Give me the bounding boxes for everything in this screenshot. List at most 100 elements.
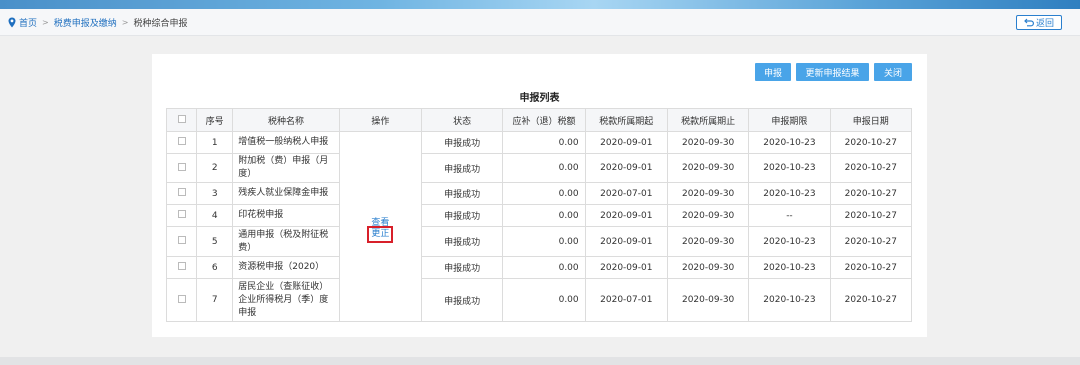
row-status: 申报成功 [420,153,504,183]
row-declare-date: 2020-10-27 [829,226,913,257]
row-period-start: 2020-09-01 [584,256,668,279]
row-checkbox[interactable] [177,188,186,196]
row-period-start: 2020-07-01 [584,182,668,205]
declaration-table: 序号 税种名称 操作 状态 应补（退）税额 税款所属期起 税款所属期止 申报期限… [165,108,913,322]
breadcrumb-separator: > [121,17,129,27]
row-seq: 1 [196,131,234,154]
row-period-start: 2020-09-01 [584,226,668,257]
row-select-cell [165,226,198,257]
row-amount: 0.00 [502,204,586,227]
row-status: 申报成功 [420,256,504,279]
row-period-start: 2020-09-01 [584,204,668,227]
row-declare-date: 2020-10-27 [829,256,913,279]
breadcrumb: 首页 > 税费申报及缴纳 > 税种综合申报 返回 [0,9,1080,36]
row-tax-name: 资源税申报（2020） [232,256,340,279]
row-period-end: 2020-09-30 [666,226,750,257]
select-all-cell [165,108,198,132]
refresh-result-button[interactable]: 更新申报结果 [796,63,869,81]
row-amount: 0.00 [502,153,586,183]
row-declare-date: 2020-10-27 [829,182,913,205]
table-row: 5 通用申报（税及附征税费） 申报成功 0.00 2020-09-01 2020… [165,226,913,257]
breadcrumb-home-link[interactable]: 首页 [19,16,37,29]
row-status: 申报成功 [420,204,504,227]
select-all-checkbox[interactable] [177,114,186,123]
table-row: 3 残疾人就业保障金申报 申报成功 0.00 2020-07-01 2020-0… [165,182,913,205]
row-amount: 0.00 [502,226,586,257]
row-seq: 3 [196,182,234,205]
row-period-start: 2020-09-01 [584,131,668,154]
declare-button[interactable]: 申报 [755,63,791,81]
row-tax-name: 通用申报（税及附征税费） [232,226,340,257]
row-tax-name: 残疾人就业保障金申报 [232,182,340,205]
row-amount: 0.00 [502,182,586,205]
bottom-bar [0,357,1080,365]
row-checkbox[interactable] [177,162,186,171]
header-seq: 序号 [196,108,234,132]
row-deadline: 2020-10-23 [748,278,831,322]
row-checkbox[interactable] [177,294,186,303]
table-row: 4 印花税申报 申报成功 0.00 2020-09-01 2020-09-30 … [165,204,913,227]
row-checkbox[interactable] [177,137,186,145]
row-seq: 7 [196,278,234,322]
row-tax-name: 增值税一般纳税人申报 [232,131,340,154]
back-button[interactable]: 返回 [1016,15,1062,30]
breadcrumb-separator: > [42,17,49,27]
row-select-cell [165,182,198,205]
correct-link[interactable]: 更正 [367,225,394,243]
row-period-start: 2020-09-01 [584,153,668,183]
table-title: 申报列表 [519,93,560,104]
row-select-cell [165,256,198,279]
row-seq: 4 [196,204,234,227]
header-declare-date: 申报日期 [829,108,913,132]
row-status: 申报成功 [420,182,504,205]
row-checkbox[interactable] [177,210,186,218]
row-deadline: 2020-10-23 [748,226,831,257]
row-tax-name: 居民企业（查账征收）企业所得税月（季）度申报 [232,278,340,322]
header-amount: 应补（退）税额 [502,108,586,132]
row-select-cell [165,153,198,183]
row-status: 申报成功 [420,278,504,322]
location-pin-icon [8,17,16,27]
table-row: 6 资源税申报（2020） 申报成功 0.00 2020-09-01 2020-… [165,256,913,279]
row-amount: 0.00 [502,278,586,322]
operation-cell: 查看 更正 [338,131,423,322]
row-status: 申报成功 [420,131,504,154]
table-row: 1 增值税一般纳税人申报 查看 更正 申报成功 0.00 2020-09-01 … [165,131,913,322]
row-period-end: 2020-09-30 [666,131,750,154]
row-declare-date: 2020-10-27 [829,204,913,227]
row-declare-date: 2020-10-27 [829,153,913,183]
header-op: 操作 [338,108,423,132]
row-deadline: -- [748,204,831,227]
table-header-row: 序号 税种名称 操作 状态 应补（退）税额 税款所属期起 税款所属期止 申报期限… [165,108,913,132]
row-deadline: 2020-10-23 [748,153,831,183]
row-checkbox[interactable] [177,236,186,244]
header-status: 状态 [420,108,504,132]
table-row: 7 居民企业（查账征收）企业所得税月（季）度申报 申报成功 0.00 2020-… [165,278,913,322]
row-amount: 0.00 [502,131,586,154]
row-declare-date: 2020-10-27 [829,131,913,154]
row-declare-date: 2020-10-27 [829,278,913,322]
top-banner [0,0,1080,9]
row-amount: 0.00 [502,256,586,279]
header-name: 税种名称 [232,108,340,132]
back-button-label: 返回 [1035,19,1054,29]
row-deadline: 2020-10-23 [748,182,831,205]
row-period-end: 2020-09-30 [666,204,750,227]
row-status: 申报成功 [420,226,504,257]
row-seq: 6 [196,256,234,279]
header-period-end: 税款所属期止 [666,108,750,132]
breadcrumb-tax-filing-link[interactable]: 税费申报及缴纳 [54,16,117,29]
action-bar: 申报 更新申报结果 关闭 [755,63,912,81]
row-period-end: 2020-09-30 [666,182,750,205]
return-arrow-icon [1024,18,1034,27]
row-tax-name: 印花税申报 [232,204,340,227]
row-select-cell [165,131,198,154]
row-seq: 5 [196,226,234,257]
row-deadline: 2020-10-23 [748,131,831,154]
close-button[interactable]: 关闭 [874,63,912,81]
row-select-cell [165,204,198,227]
row-select-cell [165,278,198,322]
row-checkbox[interactable] [177,262,186,270]
row-period-end: 2020-09-30 [666,256,750,279]
row-period-end: 2020-09-30 [666,278,750,322]
